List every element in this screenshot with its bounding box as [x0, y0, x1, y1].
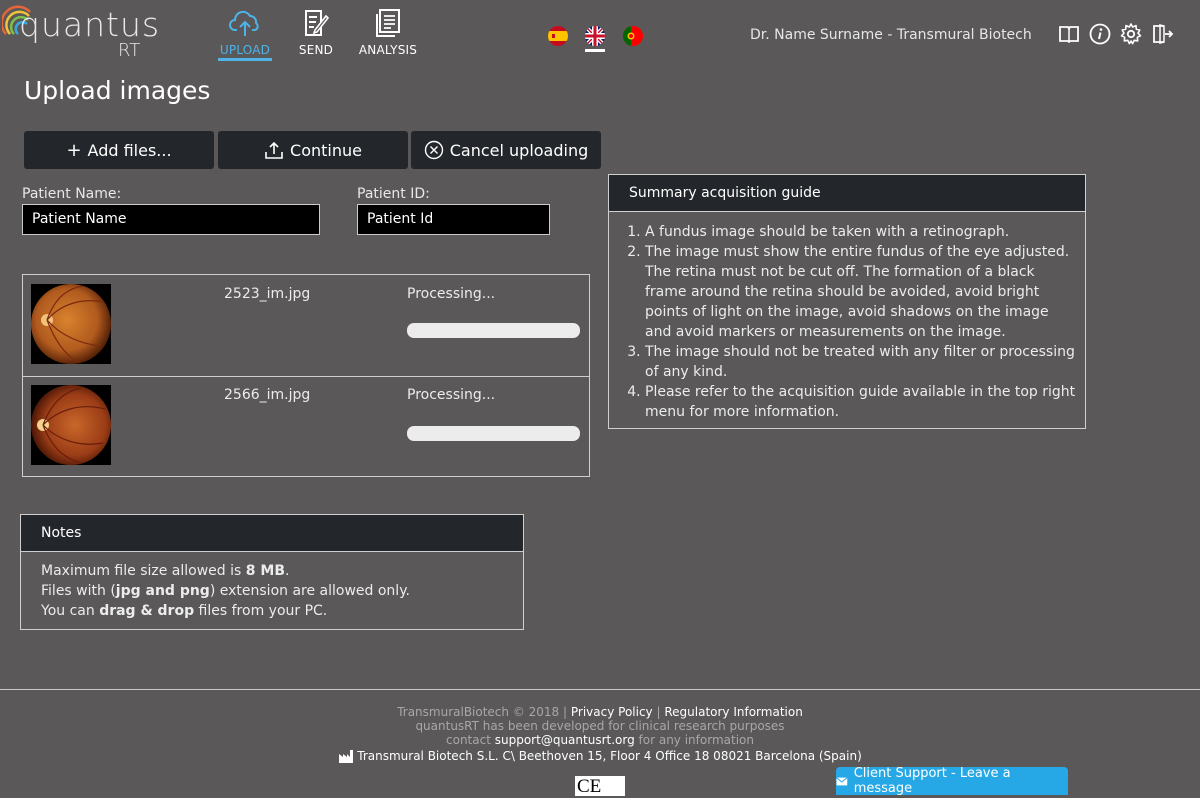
file-name: 2566_im.jpg — [224, 387, 311, 403]
add-files-label: Add files... — [87, 140, 172, 160]
plus-icon: + — [66, 139, 82, 161]
flag-es-icon[interactable] — [548, 26, 568, 46]
mail-icon — [836, 777, 848, 786]
cancel-uploading-button[interactable]: Cancel uploading — [411, 131, 601, 169]
add-files-button[interactable]: + Add files... — [24, 131, 214, 169]
notes-panel: Notes Maximum file size allowed is 8 MB.… — [20, 514, 524, 630]
notes-line-size: Maximum file size allowed is 8 MB. — [41, 563, 290, 579]
guide-title: Summary acquisition guide — [609, 175, 1085, 212]
guide-list: A fundus image should be taken with a re… — [609, 222, 1079, 422]
patient-name-input[interactable]: Patient Name — [22, 204, 320, 235]
patient-name-label: Patient Name: — [22, 186, 122, 202]
flag-en-icon[interactable] — [585, 26, 605, 46]
notes-line-extensions: Files with (jpg and png) extension are a… — [41, 583, 410, 599]
guide-item: A fundus image should be taken with a re… — [645, 222, 1079, 242]
file-name: 2523_im.jpg — [224, 286, 311, 302]
patient-id-label: Patient ID: — [357, 186, 430, 202]
info-icon[interactable] — [1088, 22, 1112, 46]
progress-bar — [407, 323, 580, 338]
copyright-text: TransmuralBiotech © 2018 | — [397, 705, 568, 719]
support-email-link[interactable]: support@quantusrt.org — [495, 733, 635, 747]
documents-icon — [376, 9, 400, 37]
file-list: 2523_im.jpg Processing... 2566_im.jpg Pr… — [22, 274, 590, 477]
nav-upload-label: UPLOAD — [218, 43, 272, 61]
continue-label: Continue — [290, 140, 362, 160]
flag-pt-icon[interactable] — [623, 26, 643, 46]
nav-upload[interactable]: UPLOAD — [218, 8, 272, 61]
fundus-thumbnail-image — [31, 385, 111, 465]
page-title: Upload images — [24, 76, 211, 105]
guide-item: Please refer to the acquisition guide av… — [645, 382, 1079, 422]
notes-title: Notes — [21, 515, 523, 552]
nav-send[interactable]: SEND — [298, 8, 334, 57]
research-purpose-text: quantusRT has been developed for clinica… — [415, 719, 785, 733]
factory-icon — [339, 750, 354, 763]
cancel-circle-icon — [424, 140, 443, 160]
logo-suffix: RT — [118, 40, 141, 61]
gear-icon[interactable] — [1119, 22, 1143, 46]
nav-send-label: SEND — [298, 43, 334, 57]
fundus-thumbnail-image — [31, 284, 111, 364]
patient-id-input[interactable]: Patient Id — [357, 204, 550, 235]
file-row[interactable]: 2523_im.jpg Processing... — [23, 275, 589, 377]
document-edit-icon — [305, 10, 330, 36]
active-language-underline — [585, 49, 605, 52]
regulatory-information-link[interactable]: Regulatory Information — [664, 705, 802, 719]
file-status: Processing... — [407, 387, 496, 403]
book-icon[interactable] — [1057, 22, 1081, 46]
logo[interactable]: quantus RT — [2, 4, 159, 61]
user-name[interactable]: Dr. Name Surname - Transmural Biotech — [750, 27, 1032, 43]
contact-suffix: for any information — [638, 733, 754, 747]
cloud-upload-icon — [229, 10, 259, 36]
privacy-policy-link[interactable]: Privacy Policy — [571, 705, 653, 719]
upload-icon — [265, 141, 283, 159]
logout-icon[interactable] — [1150, 22, 1174, 46]
nav-analysis-label: ANALYSIS — [358, 43, 418, 57]
client-support-button[interactable]: Client Support - Leave a message — [836, 766, 1068, 796]
nav-analysis[interactable]: ANALYSIS — [358, 8, 418, 57]
footer-separator: | — [656, 705, 661, 719]
company-address: Transmural Biotech S.L. C\ Beethoven 15,… — [357, 749, 862, 763]
client-support-label: Client Support - Leave a message — [853, 766, 1011, 796]
guide-item: The image should not be treated with any… — [645, 342, 1079, 382]
ce-mark: CE — [575, 776, 625, 797]
file-row[interactable]: 2566_im.jpg Processing... — [23, 377, 589, 478]
progress-bar — [407, 426, 580, 441]
file-status: Processing... — [407, 286, 496, 302]
cancel-uploading-label: Cancel uploading — [449, 140, 589, 160]
guide-item: The image must show the entire fundus of… — [645, 242, 1079, 342]
continue-button[interactable]: Continue — [218, 131, 408, 169]
contact-prefix: contact — [446, 733, 491, 747]
logo-word: quantus — [19, 5, 161, 44]
notes-line-drag: You can drag & drop files from your PC. — [41, 603, 328, 619]
acquisition-guide-panel: Summary acquisition guide A fundus image… — [608, 174, 1086, 429]
